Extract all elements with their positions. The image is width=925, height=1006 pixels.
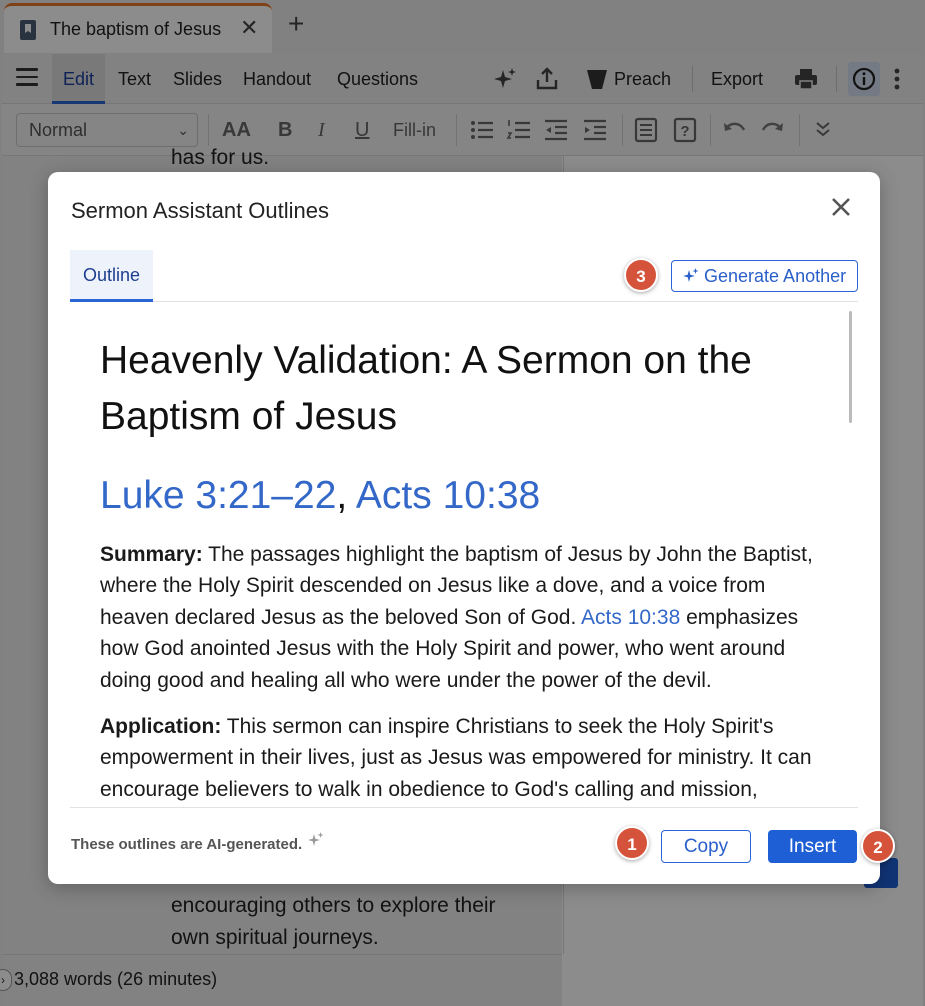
application-paragraph: Application: This sermon can inspire Chr… xyxy=(100,711,820,805)
summary-label: Summary: xyxy=(100,543,203,566)
reference-separator: , xyxy=(336,474,348,517)
generate-another-label: Generate Another xyxy=(704,265,847,286)
dialog-title: Sermon Assistant Outlines xyxy=(71,198,330,223)
copy-button[interactable]: Copy xyxy=(661,830,751,863)
application-label: Application: xyxy=(100,715,222,738)
outline-heading: Heavenly Validation: A Sermon on the Bap… xyxy=(100,339,752,438)
scripture-link[interactable]: Acts 10:38 xyxy=(581,606,680,629)
scripture-link[interactable]: Acts 10:38 xyxy=(356,474,540,517)
content-scrollbar[interactable] xyxy=(849,311,852,423)
dialog-footer: These outlines are AI-generated. Copy In… xyxy=(70,807,858,884)
generate-another-button[interactable]: Generate Another xyxy=(671,260,858,292)
step-badge-3: 3 xyxy=(624,258,658,292)
step-badge-1: 1 xyxy=(615,826,649,860)
sermon-assistant-dialog: Sermon Assistant Outlines Outline Genera… xyxy=(48,172,895,884)
ai-sparkle-icon xyxy=(308,832,324,846)
ai-sparkle-icon xyxy=(683,268,699,282)
scripture-references: Luke 3:21–22, Acts 10:38 xyxy=(100,471,540,521)
ai-disclaimer: These outlines are AI-generated. xyxy=(71,836,303,853)
step-badge-2: 2 xyxy=(861,829,895,863)
close-icon[interactable] xyxy=(830,196,852,218)
scripture-link[interactable]: Luke 3:21–22 xyxy=(100,474,336,517)
insert-button[interactable]: Insert xyxy=(768,830,857,863)
outline-content[interactable]: Heavenly Validation: A Sermon on the Bap… xyxy=(70,303,858,807)
summary-paragraph: Summary: The passages highlight the bapt… xyxy=(100,539,820,696)
tab-outline[interactable]: Outline xyxy=(70,250,153,302)
dialog-tabs: Outline Generate Another xyxy=(70,250,858,302)
